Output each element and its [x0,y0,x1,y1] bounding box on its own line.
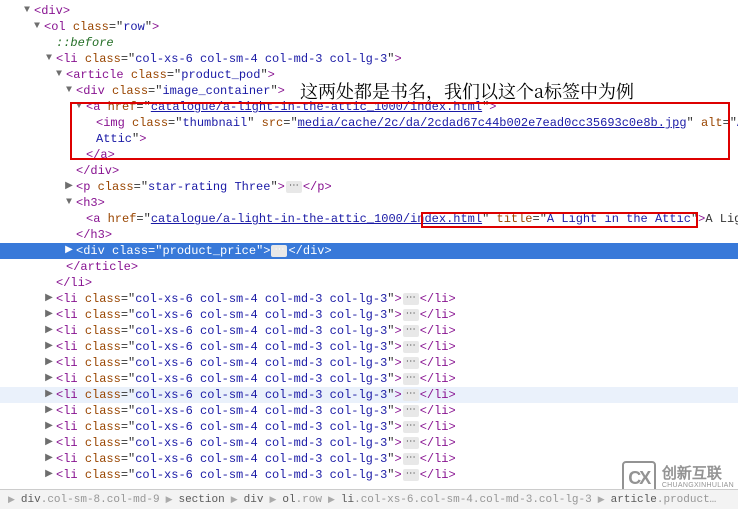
expand-arrow[interactable]: ▶ [44,406,54,416]
breadcrumb-item[interactable]: article.product… [609,494,719,506]
expand-arrow[interactable]: ▼ [64,86,74,96]
collapsed-li[interactable]: ▶<li class="col-xs-6 col-sm-4 col-md-3 c… [0,339,738,355]
expand-arrow[interactable]: ▼ [64,198,74,208]
ellipsis[interactable]: ⋯ [403,373,419,385]
ellipsis[interactable]: ⋯ [403,389,419,401]
expand-arrow[interactable]: ▶ [44,342,54,352]
ellipsis[interactable]: ⋯ [403,453,419,465]
collapsed-li[interactable]: ▶<li class="col-xs-6 col-sm-4 col-md-3 c… [0,387,738,403]
expand-arrow[interactable]: ▶ [44,358,54,368]
ellipsis[interactable]: ⋯ [403,293,419,305]
ellipsis[interactable]: ⋯ [403,421,419,433]
link-href[interactable]: catalogue/a-light-in-the-attic_1000/inde… [151,211,482,227]
collapsed-li[interactable]: ▶<li class="col-xs-6 col-sm-4 col-md-3 c… [0,435,738,451]
chevron-icon: ▶ [328,495,335,505]
ellipsis[interactable]: ⋯ [403,309,419,321]
collapsed-li[interactable]: ▶<li class="col-xs-6 col-sm-4 col-md-3 c… [0,323,738,339]
logo-cn: 创新互联 [662,466,734,483]
breadcrumb-item[interactable]: div.col-sm-8.col-md-9 [19,494,162,506]
chevron-icon: ▶ [231,495,238,505]
expand-arrow[interactable]: ▶ [44,470,54,480]
expand-arrow[interactable]: ▶ [64,246,74,256]
dom-tree: ▼ <div> ▼ <ol class="row" > ::before ▼ <… [0,0,738,486]
expand-arrow[interactable]: ▶ [44,294,54,304]
expand-arrow[interactable]: ▶ [44,422,54,432]
expand-arrow[interactable]: ▶ [44,326,54,336]
expand-arrow[interactable]: ▼ [32,22,42,32]
annotation-text: 这两处都是书名，我们以这个a标签中为例 [300,78,634,104]
expand-arrow[interactable]: ▶ [44,454,54,464]
ellipsis[interactable]: ⋯ [403,325,419,337]
expand-arrow[interactable]: ▶ [64,182,74,192]
ellipsis[interactable]: ⋯ [286,181,302,193]
expand-arrow[interactable]: ▼ [22,6,32,16]
chevron-icon: ▶ [598,495,605,505]
ellipsis[interactable]: ⋯ [403,469,419,481]
chevron-icon: ▶ [269,495,276,505]
collapsed-li[interactable]: ▶<li class="col-xs-6 col-sm-4 col-md-3 c… [0,403,738,419]
ellipsis[interactable]: ⋯ [403,405,419,417]
ellipsis[interactable]: ⋯ [403,437,419,449]
expand-arrow[interactable]: ▶ [44,310,54,320]
expand-arrow[interactable]: ▶ [44,374,54,384]
collapsed-li[interactable]: ▶<li class="col-xs-6 col-sm-4 col-md-3 c… [0,419,738,435]
pseudo-before: ::before [56,35,114,51]
chevron-icon: ▶ [166,495,173,505]
chevron-icon: ▶ [8,495,15,505]
expand-arrow[interactable]: ▼ [54,70,64,80]
ellipsis[interactable]: ⋯ [271,245,287,257]
collapsed-li[interactable]: ▶<li class="col-xs-6 col-sm-4 col-md-3 c… [0,307,738,323]
selected-node[interactable]: ▶ <div class="product_price" >⋯ </div> [0,243,738,259]
breadcrumb-item[interactable]: div [242,494,266,506]
expand-arrow[interactable]: ▼ [74,102,84,112]
expand-arrow[interactable]: ▶ [44,438,54,448]
collapsed-li[interactable]: ▶<li class="col-xs-6 col-sm-4 col-md-3 c… [0,355,738,371]
link-src[interactable]: media/cache/2c/da/2cdad67c44b002e7ead0cc… [298,115,687,131]
breadcrumb-item[interactable]: li.col-xs-6.col-sm-4.col-md-3.col-lg-3 [339,494,594,506]
collapsed-li[interactable]: ▶<li class="col-xs-6 col-sm-4 col-md-3 c… [0,291,738,307]
ellipsis[interactable]: ⋯ [403,341,419,353]
breadcrumb-item[interactable]: ol.row [280,494,324,506]
ellipsis[interactable]: ⋯ [403,357,419,369]
breadcrumb-item[interactable]: section [176,494,226,506]
collapsed-li[interactable]: ▶<li class="col-xs-6 col-sm-4 col-md-3 c… [0,371,738,387]
expand-arrow[interactable]: ▼ [44,54,54,64]
breadcrumb-bar: ▶ div.col-sm-8.col-md-9▶section▶div▶ol.r… [0,489,738,509]
expand-arrow[interactable]: ▶ [44,390,54,400]
